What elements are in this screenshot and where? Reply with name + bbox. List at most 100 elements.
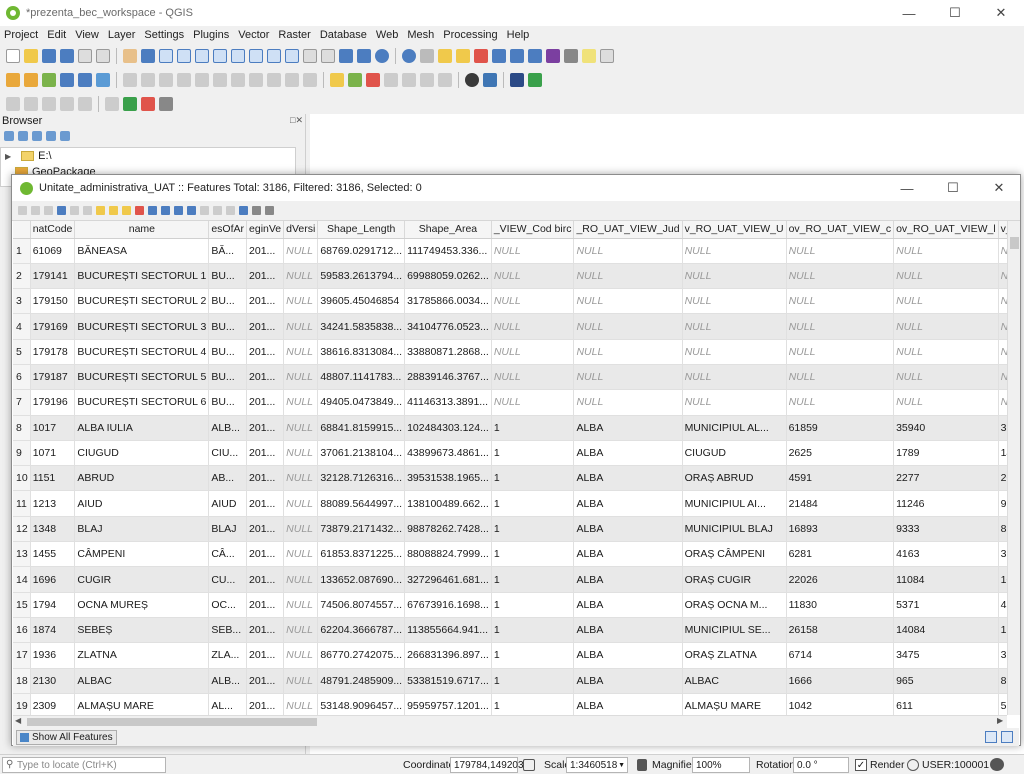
table-cell[interactable]: SEB... [208,617,248,644]
new-temp-layer-icon[interactable] [60,97,74,111]
table-cell[interactable]: 1 [491,668,575,694]
table-cell[interactable]: 1498 [998,440,1007,467]
table-cell[interactable]: NULL [283,313,319,340]
field-calculator-icon[interactable] [510,49,524,63]
row-number[interactable]: 5 [13,339,31,365]
table-cell[interactable]: 39605.45046854 [317,288,406,315]
row-number[interactable]: 17 [13,642,31,669]
select-all-icon[interactable] [109,206,118,215]
table-cell[interactable]: ZLATNA [74,642,210,669]
table-cell[interactable]: 1017 [30,415,76,441]
table-cell[interactable]: NULL [786,238,895,264]
table-cell[interactable]: NULL [573,288,683,315]
row-number[interactable]: 7 [13,389,31,416]
table-cell[interactable]: BUCUREȘTI SECTORUL 1 [74,263,210,290]
label-show-icon[interactable] [384,73,398,87]
table-cell[interactable]: BĂ... [208,238,248,264]
column-header[interactable]: Shape_Length [317,221,406,239]
table-cell[interactable]: NULL [893,389,999,416]
table-cell[interactable]: NULL [573,339,683,365]
add-postgis-icon[interactable] [78,73,92,87]
table-cell[interactable]: 53148.9096457... [317,693,406,715]
zoom-in-icon[interactable] [159,49,173,63]
table-cell[interactable]: ALBA [573,516,683,543]
table-cell[interactable]: MUNICIPIUL AI... [682,490,787,517]
add-wms-icon[interactable] [96,73,110,87]
table-cell[interactable]: 1455 [30,541,76,568]
table-cell[interactable]: 1696 [30,566,76,593]
table-cell[interactable]: BUCUREȘTI SECTORUL 6 [74,389,210,416]
row-number[interactable]: 4 [13,313,31,340]
table-cell[interactable]: CIU... [208,440,248,467]
table-cell[interactable]: 1936 [30,642,76,669]
table-cell[interactable]: 201... [246,693,285,715]
statistics-icon[interactable] [546,49,560,63]
toggle-edit-icon[interactable] [18,206,27,215]
table-cell[interactable]: 1 [491,415,575,441]
table-cell[interactable]: 16893 [786,516,895,543]
save-as-icon[interactable] [60,49,74,63]
python-icon[interactable] [483,73,497,87]
table-cell[interactable]: 6714 [786,642,895,669]
save-edits-icon[interactable] [159,73,173,87]
table-row[interactable]: 17 1936 ZLATNA ZLA... 201... NULL 86770.274207… [13,642,1007,669]
table-cell[interactable]: NULL [682,364,787,391]
table-cell[interactable]: 3189 [998,642,1007,669]
table-row[interactable]: 15 1794 OCNA MUREȘ OC... 201... NULL 74506.807… [13,592,1007,618]
messages-icon[interactable] [990,758,1004,771]
label-highlight-icon[interactable] [366,73,380,87]
column-header[interactable]: _RO_UAT_VIEW_Jud [573,221,683,239]
table-cell[interactable]: 69988059.0262... [404,263,492,290]
new-map-view-icon[interactable] [303,49,317,63]
table-cell[interactable]: 1 [491,516,575,543]
menu-item-web[interactable]: Web [376,29,398,41]
table-cell[interactable]: 201... [246,642,285,669]
table-cell[interactable]: CÂ... [208,541,248,568]
toggle-editing-icon[interactable] [141,73,155,87]
table-cell[interactable]: NULL [283,516,319,543]
table-row[interactable]: 19 2309 ALMAȘU MARE AL... 201... NULL 53148.90… [13,693,1007,715]
table-cell[interactable]: 1 [491,617,575,644]
table-cell[interactable]: NULL [283,339,319,365]
table-cell[interactable]: BLAJ [74,516,210,543]
table-cell[interactable]: 39531538.1965... [404,465,492,492]
table-cell[interactable]: 201... [246,465,285,492]
table-cell[interactable]: 10459 [998,566,1007,593]
select-value-icon[interactable] [456,49,470,63]
table-cell[interactable]: ALBA [573,490,683,517]
table-cell[interactable]: 611 [893,693,999,715]
table-cell[interactable]: 31824 [998,415,1007,441]
table-cell[interactable]: NULL [573,389,683,416]
table-cell[interactable]: 201... [246,440,285,467]
column-header[interactable]: ov_RO_UAT_VIEW_c [786,221,895,239]
table-cell[interactable]: 88089.5644997... [317,490,406,517]
table-cell[interactable]: BUCUREȘTI SECTORUL 2 [74,288,210,315]
table-cell[interactable]: 1666 [786,668,895,694]
extents-toggle-icon[interactable] [523,759,535,771]
table-cell[interactable]: NULL [283,238,319,264]
table-cell[interactable]: 67673916.1698... [404,592,492,618]
table-cell[interactable]: 2130 [30,668,76,694]
table-cell[interactable]: 59583.2613794... [317,263,406,290]
copy-icon[interactable] [249,73,263,87]
actions-icon[interactable] [265,206,274,215]
deselect-icon[interactable] [474,49,488,63]
table-cell[interactable]: NULL [893,238,999,264]
table-cell[interactable]: NULL [491,313,575,340]
scroll-thumb[interactable] [27,718,317,726]
delete-selected-icon[interactable] [213,73,227,87]
table-cell[interactable]: 201... [246,668,285,694]
layout-manager-icon[interactable] [96,49,110,63]
column-header[interactable]: ov_RO_UAT_VIEW_l [893,221,999,239]
label-pin-icon[interactable] [348,73,362,87]
scale-field[interactable]: 1:3460518 ▼ [566,757,628,773]
table-cell[interactable]: 179141 [30,263,76,290]
table-cell[interactable]: ALBA [573,440,683,467]
identify-icon[interactable] [402,49,416,63]
table-row[interactable]: 11 1213 AIUD AIUD 201... NULL 88089.5644997...… [13,490,1007,517]
table-cell[interactable]: NULL [998,288,1007,315]
table-cell[interactable]: ALBAC [74,668,210,694]
table-cell[interactable]: NULL [893,313,999,340]
table-cell[interactable]: 2309 [30,693,76,715]
table-cell[interactable]: BUCUREȘTI SECTORUL 5 [74,364,210,391]
